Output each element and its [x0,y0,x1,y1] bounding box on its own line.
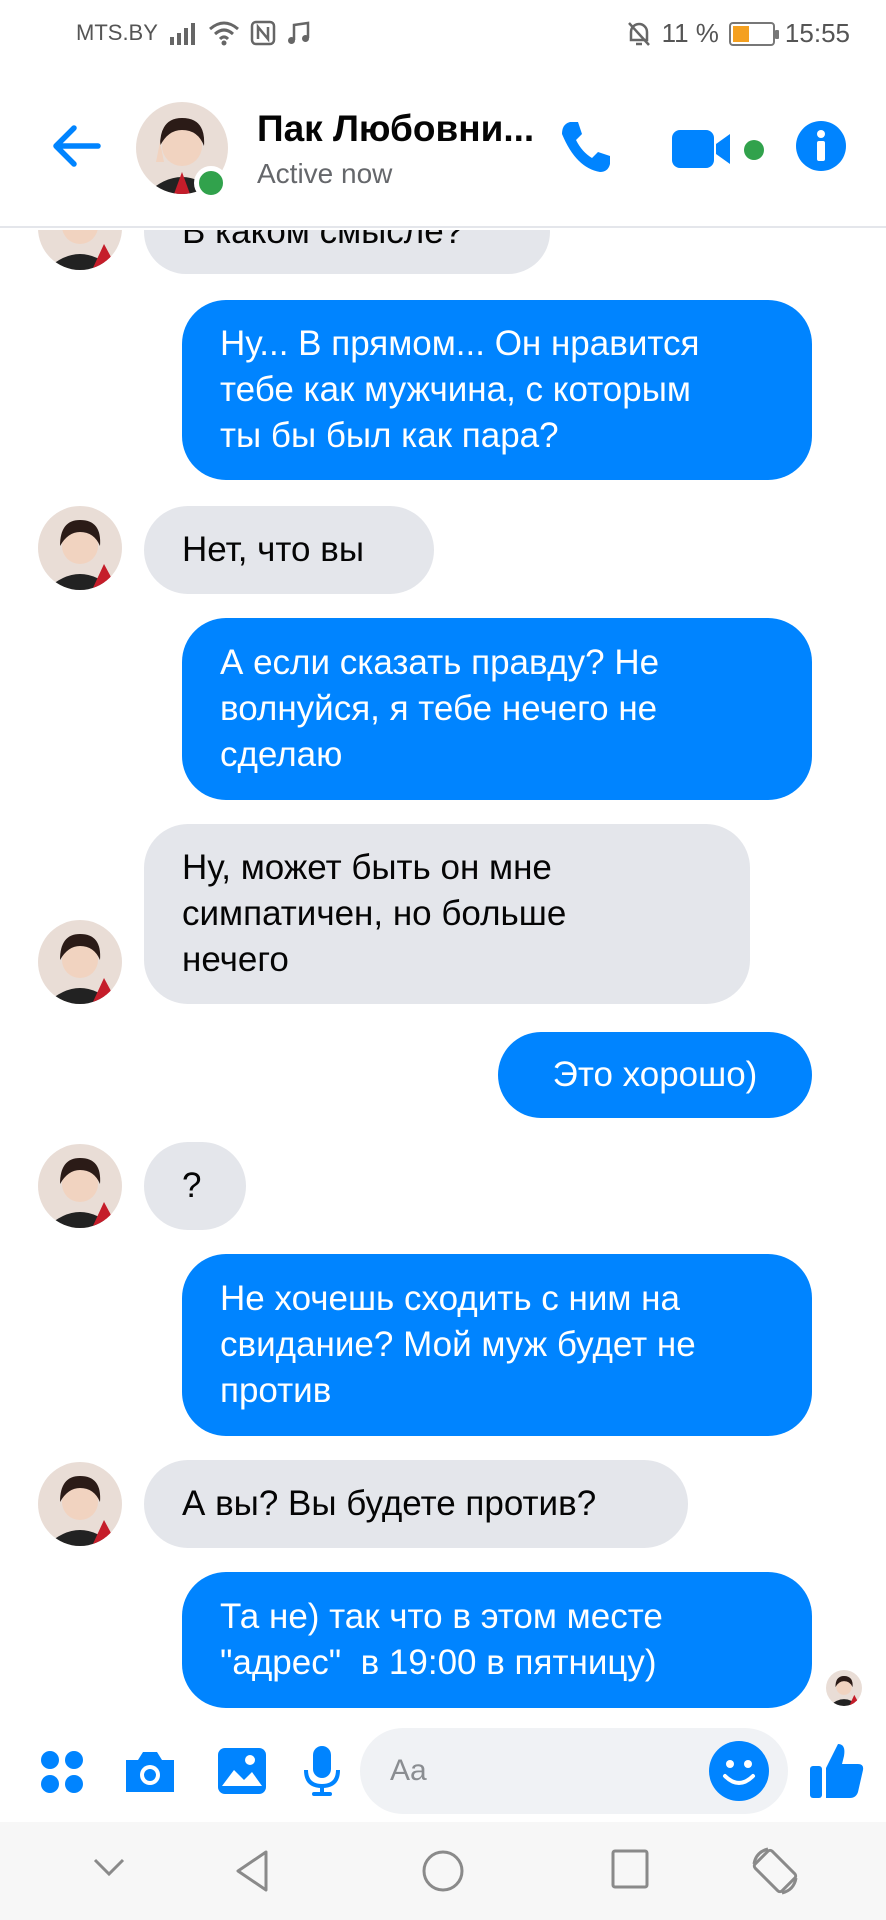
outgoing-message[interactable]: Это хорошо) [498,1032,812,1118]
nav-back-icon[interactable] [232,1848,272,1894]
camera-icon[interactable] [122,1748,178,1796]
incoming-message[interactable]: ? [144,1142,246,1230]
message-text: В каком смысле? [182,230,464,251]
outgoing-message[interactable]: Ну... В прямом... Он нравится тебе как м… [182,300,812,480]
signal-icon [169,23,195,45]
status-bar: MTS.BY 11 % 15:55 [0,0,886,70]
mute-notifications-icon [627,21,650,46]
message-text: А если сказать правду? Не [220,643,660,682]
message-text: Нет, что вы [182,530,364,569]
conversation-header: Пак Любовни... Active now [0,70,886,228]
message-text: ? [182,1166,202,1205]
microphone-icon[interactable] [302,1744,342,1798]
video-camera-icon[interactable] [670,126,736,172]
message-text: свидание? Мой муж будет не [220,1325,696,1364]
message-text: ты бы был как пара? [220,416,559,455]
gallery-icon[interactable] [216,1746,268,1796]
incoming-message[interactable]: Ну, может быть он мне симпатичен, но бол… [144,824,750,1004]
message-text: Не хочешь сходить с ним на [220,1279,680,1318]
phone-icon[interactable] [556,118,614,176]
contact-status: Active now [257,158,393,189]
message-input[interactable]: Aa [360,1728,788,1814]
message-input-placeholder: Aa [390,1754,427,1787]
incoming-message[interactable]: В каком смысле? [144,230,550,274]
message-composer: Aa [0,1718,886,1822]
nav-home-icon[interactable] [420,1848,466,1894]
incoming-message[interactable]: А вы? Вы будете против? [144,1460,688,1548]
screen-rotate-icon[interactable] [748,1844,802,1898]
emoji-icon[interactable] [708,1740,770,1802]
system-navigation-bar [0,1822,886,1920]
message-text: Это хорошо) [552,1055,758,1094]
message-text: Та не) так что в этом месте [220,1597,663,1636]
battery-icon [728,21,779,46]
clock: 15:55 [784,18,850,48]
online-indicator [194,166,228,200]
chevron-down-icon[interactable] [92,1856,126,1878]
thumbs-up-icon[interactable] [808,1740,866,1800]
sender-avatar[interactable] [38,1462,122,1546]
back-arrow-icon[interactable] [48,122,104,170]
message-text: нечего [182,940,289,979]
message-list[interactable]: В каком смысле? Ну... В прямом... Он нра… [0,230,886,1718]
message-text: симпатичен, но больше [182,894,567,933]
message-text: "адрес" в 19:00 в пятницу) [220,1643,657,1682]
outgoing-message[interactable]: Не хочешь сходить с ним на свидание? Мой… [182,1254,812,1436]
contact-name[interactable]: Пак Любовни... [257,108,534,150]
carrier-label: MTS.BY [76,20,158,45]
wifi-icon [208,21,239,46]
nfc-icon [250,20,276,46]
message-text: сделаю [220,735,343,774]
outgoing-message[interactable]: А если сказать правду? Не волнуйся, я те… [182,618,812,800]
info-icon[interactable] [795,120,847,172]
sender-avatar[interactable] [38,230,122,270]
read-receipt-avatar [826,1670,862,1706]
message-text: Ну... В прямом... Он нравится [220,324,700,363]
apps-grid-icon[interactable] [38,1748,86,1796]
video-active-dot [744,140,764,160]
message-text: против [220,1371,332,1410]
nav-recents-icon[interactable] [610,1848,650,1890]
battery-percent: 11 % [661,18,719,48]
sender-avatar[interactable] [38,1144,122,1228]
music-icon [287,21,310,44]
message-text: А вы? Вы будете против? [182,1484,597,1523]
sender-avatar[interactable] [38,920,122,1004]
incoming-message[interactable]: Нет, что вы [144,506,434,594]
message-text: Ну, может быть он мне [182,848,552,887]
sender-avatar[interactable] [38,506,122,590]
message-text: волнуйся, я тебе нечего не [220,689,658,728]
outgoing-message[interactable]: Та не) так что в этом месте "адрес" в 19… [182,1572,812,1708]
message-text: тебе как мужчина, с которым [220,370,691,409]
